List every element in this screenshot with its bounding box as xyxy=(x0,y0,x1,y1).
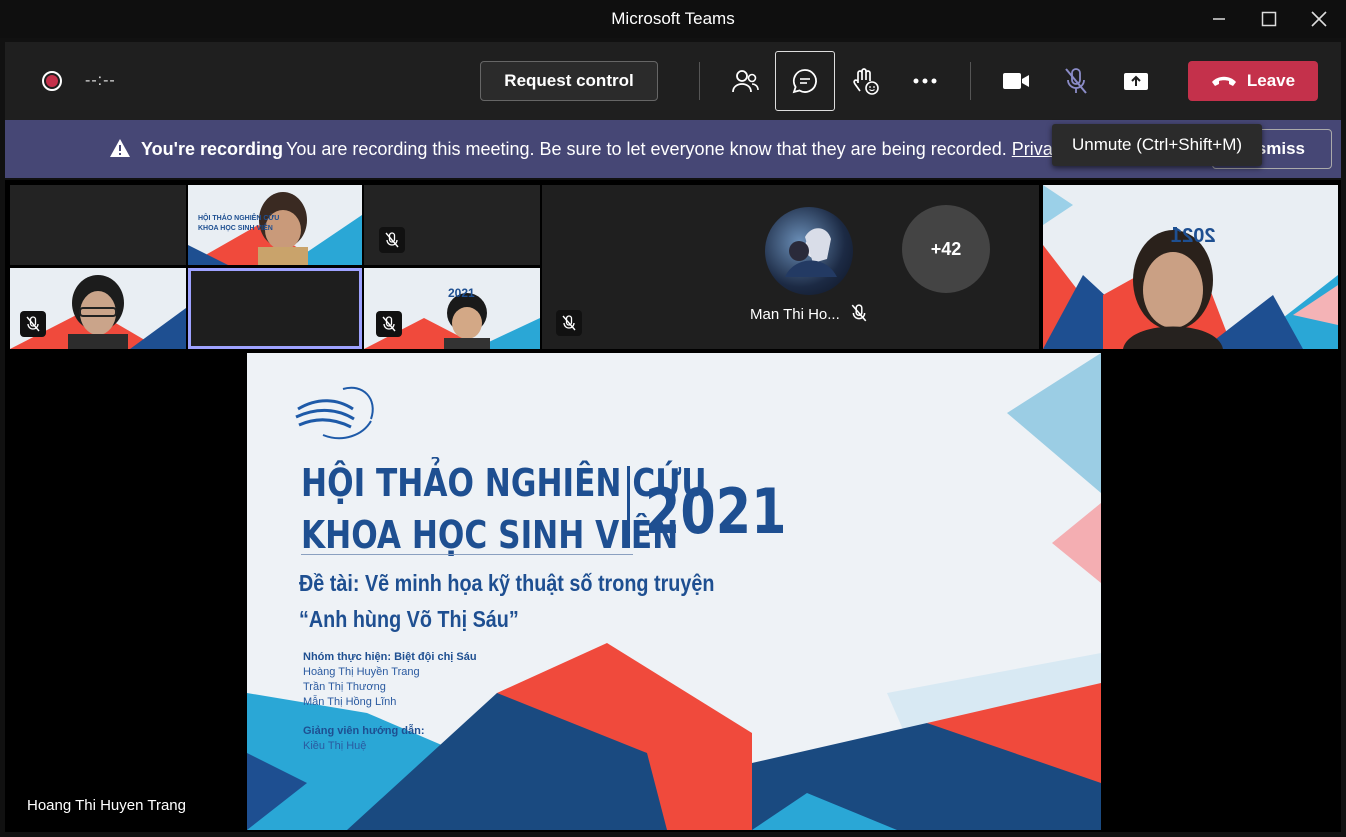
slide-topic-line1: Đề tài: Vẽ minh họa kỹ thuật số trong tr… xyxy=(299,570,715,596)
participants-icon[interactable] xyxy=(723,59,767,103)
microphone-off-icon[interactable] xyxy=(1054,59,1098,103)
avatar[interactable] xyxy=(765,207,853,295)
microphone-off-icon xyxy=(20,311,46,337)
meeting-toolbar: --:-- Request control Leave xyxy=(5,42,1341,120)
more-options-icon[interactable] xyxy=(903,59,947,103)
slide-topic-line2: “Anh hùng Võ Thị Sáu” xyxy=(299,606,519,632)
share-screen-icon[interactable] xyxy=(1114,59,1158,103)
warning-icon xyxy=(110,139,130,157)
meeting-timer: --:-- xyxy=(85,72,116,89)
chat-icon[interactable] xyxy=(775,51,835,111)
recording-indicator-icon xyxy=(42,71,62,91)
mini-slide-title-2: KHOA HỌC SINH VIÊN xyxy=(198,225,273,232)
minimize-icon[interactable] xyxy=(1197,4,1241,34)
advisor-name: Kiều Thị Huệ xyxy=(303,740,367,752)
title-divider xyxy=(627,466,630,548)
member-name: Trần Thị Thương xyxy=(303,681,386,693)
member-name: Hoàng Thị Huyền Trang xyxy=(303,666,420,678)
leave-label: Leave xyxy=(1246,71,1296,90)
leave-button[interactable]: Leave xyxy=(1188,61,1318,101)
participant-name: Man Thi Ho... xyxy=(750,306,840,323)
mini-slide-title-1: HỘI THẢO NGHIÊN CỨU xyxy=(198,215,280,222)
shared-screen-slide: HỘI THẢO NGHIÊN CỨU KHOA HỌC SINH VIÊN 2… xyxy=(247,353,1101,830)
privacy-link[interactable]: Privacy p xyxy=(1012,139,1056,159)
participant-tile[interactable]: 2021 xyxy=(364,268,540,349)
microphone-off-icon xyxy=(376,311,402,337)
recording-label: You're recording xyxy=(141,139,283,159)
request-control-button[interactable]: Request control xyxy=(480,61,658,101)
recording-message-text: You are recording this meeting. Be sure … xyxy=(286,139,1007,159)
title-bar: Microsoft Teams xyxy=(0,0,1346,38)
slide-title-line2: KHOA HỌC SINH VIÊN xyxy=(301,513,679,557)
participant-tile[interactable] xyxy=(364,185,540,265)
close-icon[interactable] xyxy=(1297,4,1341,34)
mirrored-slide-text: 2021 xyxy=(1171,225,1216,247)
mini-slide-year: 2021 xyxy=(448,286,475,300)
presenter-name: Hoang Thi Huyen Trang xyxy=(27,797,186,814)
more-participants-button[interactable]: +42 xyxy=(902,205,990,293)
microphone-off-icon xyxy=(851,304,867,322)
microphone-off-icon xyxy=(379,227,405,253)
teams-window: Microsoft Teams --:-- Request control Le… xyxy=(0,0,1346,837)
title-underline xyxy=(301,554,633,555)
group-label: Nhóm thực hiện: Biệt đội chị Sáu xyxy=(303,651,477,663)
slide-year: 2021 xyxy=(645,475,787,548)
maximize-icon[interactable] xyxy=(1247,4,1291,34)
toolbar-divider xyxy=(970,62,971,100)
participant-tile[interactable]: HỘI THẢO NGHIÊN CỨU KHOA HỌC SINH VIÊN xyxy=(188,185,362,265)
hang-up-icon xyxy=(1211,76,1236,86)
toolbar-divider xyxy=(699,62,700,100)
meeting-stage: HỘI THẢO NGHIÊN CỨU KHOA HỌC SINH VIÊN 2… xyxy=(5,180,1341,832)
camera-icon[interactable] xyxy=(994,59,1038,103)
reactions-icon[interactable] xyxy=(843,59,887,103)
member-name: Mẫn Thị Hồng Lĩnh xyxy=(303,696,397,708)
recording-message: You are recording this meeting. Be sure … xyxy=(286,139,1056,160)
institute-logo xyxy=(293,379,383,454)
participant-video xyxy=(1043,185,1338,349)
participant-tile-speaking[interactable] xyxy=(188,268,362,349)
participant-tile[interactable]: 2021 xyxy=(1043,185,1338,349)
advisor-label: Giảng viên hướng dẫn: xyxy=(303,725,425,737)
unmute-tooltip: Unmute (Ctrl+Shift+M) xyxy=(1052,124,1262,166)
participant-tile[interactable] xyxy=(10,268,186,349)
microphone-off-icon xyxy=(556,310,582,336)
window-title: Microsoft Teams xyxy=(611,9,735,28)
participant-tile[interactable] xyxy=(10,185,186,265)
